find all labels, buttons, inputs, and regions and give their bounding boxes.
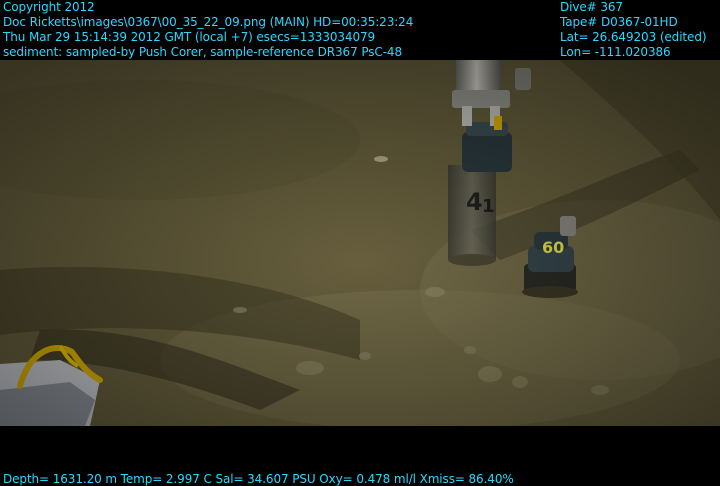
seafloor-scene: 4 1 60 [0, 60, 720, 426]
tape-number: Tape# D0367-01HD [560, 15, 678, 29]
copyright-text: Copyright 2012 [3, 0, 95, 14]
sediment-text: sediment: sampled-by Push Corer, sample-… [3, 45, 402, 59]
video-frame: 4 1 60 [0, 0, 720, 486]
longitude-readout: Lon= -111.020386 [560, 45, 671, 59]
latitude-readout: Lat= 26.649203 (edited) [560, 30, 707, 44]
sensor-readout: Depth= 1631.20 m Temp= 2.997 C Sal= 34.6… [3, 472, 514, 486]
image-path-text: Doc Ricketts\images\0367\00_35_22_09.png… [3, 15, 414, 29]
seafloor-image: 4 1 60 [0, 60, 720, 426]
datetime-text: Thu Mar 29 15:14:39 2012 GMT (local +7) … [3, 30, 376, 44]
dive-number: Dive# 367 [560, 0, 623, 14]
